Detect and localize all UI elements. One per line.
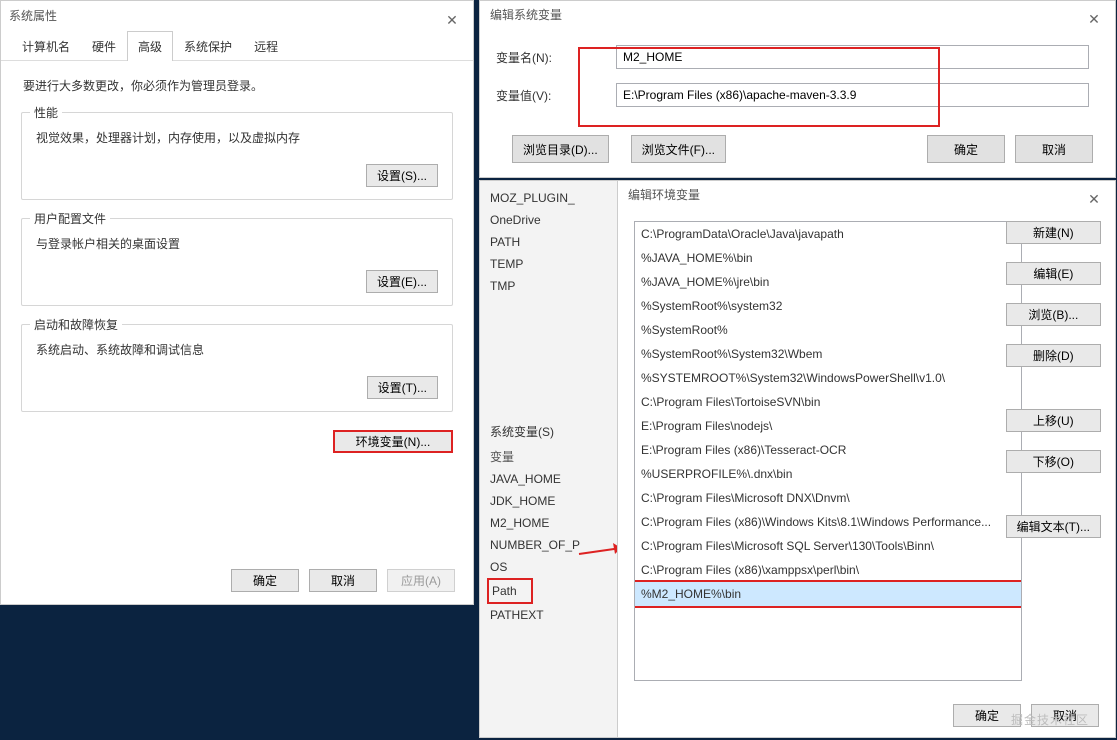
path-row[interactable]: %USERPROFILE%\.dnx\bin	[635, 462, 1021, 486]
sys-var-header: 变量	[490, 446, 613, 468]
group-performance-desc: 视觉效果，处理器计划，内存使用，以及虚拟内存	[36, 129, 438, 146]
edit-button[interactable]: 编辑(E)	[1006, 262, 1101, 285]
path-row[interactable]: C:\Program Files (x86)\xamppsx\perl\bin\	[635, 558, 1021, 582]
path-listbox[interactable]: C:\ProgramData\Oracle\Java\javapath%JAVA…	[634, 221, 1022, 681]
sys-var-item[interactable]: NUMBER_OF_P	[490, 534, 613, 556]
dlg3-titlebar[interactable]: 编辑环境变量 ✕	[618, 181, 1115, 209]
group-userprofile-desc: 与登录帐户相关的桌面设置	[36, 235, 438, 252]
edit-env-variable-dialog: 编辑环境变量 ✕ C:\ProgramData\Oracle\Java\java…	[617, 180, 1116, 738]
tab-3[interactable]: 系统保护	[173, 31, 243, 61]
dlg1-cancel-button[interactable]: 取消	[309, 569, 377, 592]
tab-0[interactable]: 计算机名	[11, 31, 81, 61]
path-row[interactable]: C:\Program Files\TortoiseSVN\bin	[635, 390, 1021, 414]
system-vars-label: 系统变量(S)	[490, 423, 613, 440]
sys-var-item[interactable]: JAVA_HOME	[490, 468, 613, 490]
system-properties-dialog: 系统属性 ✕ 计算机名硬件高级系统保护远程 要进行大多数更改，你必须作为管理员登…	[0, 0, 474, 605]
env-vars-button[interactable]: 环境变量(N)...	[333, 430, 453, 453]
delete-button[interactable]: 删除(D)	[1006, 344, 1101, 367]
group-userprofile-legend: 用户配置文件	[30, 210, 110, 227]
close-icon[interactable]: ✕	[1079, 185, 1109, 205]
move-up-button[interactable]: 上移(U)	[1006, 409, 1101, 432]
edit-text-button[interactable]: 编辑文本(T)...	[1006, 515, 1101, 538]
path-row[interactable]: C:\Program Files (x86)\Windows Kits\8.1\…	[635, 510, 1021, 534]
dlg2-title: 编辑系统变量	[490, 8, 562, 22]
sys-var-item[interactable]: JDK_HOME	[490, 490, 613, 512]
group-performance-legend: 性能	[30, 104, 62, 121]
move-down-button[interactable]: 下移(O)	[1006, 450, 1101, 473]
group-userprofile: 用户配置文件 与登录帐户相关的桌面设置 设置(E)...	[21, 218, 453, 306]
path-row[interactable]: %JAVA_HOME%\jre\bin	[635, 270, 1021, 294]
settings-s-button[interactable]: 设置(S)...	[366, 164, 438, 187]
dlg1-instruction: 要进行大多数更改，你必须作为管理员登录。	[23, 77, 453, 94]
close-icon[interactable]: ✕	[1079, 5, 1109, 25]
dlg1-tabs: 计算机名硬件高级系统保护远程	[1, 31, 473, 61]
browse-button[interactable]: 浏览(B)...	[1006, 303, 1101, 326]
settings-e-button[interactable]: 设置(E)...	[366, 270, 438, 293]
path-row[interactable]: %SystemRoot%\System32\Wbem	[635, 342, 1021, 366]
dlg1-apply-button: 应用(A)	[387, 569, 455, 592]
path-row[interactable]: C:\ProgramData\Oracle\Java\javapath	[635, 222, 1021, 246]
var-name-label: 变量名(N):	[496, 49, 616, 66]
path-row[interactable]: C:\Program Files\Microsoft DNX\Dnvm\	[635, 486, 1021, 510]
var-value-input[interactable]	[616, 83, 1089, 107]
dlg3-ok-button[interactable]: 确定	[953, 704, 1021, 727]
group-startup: 启动和故障恢复 系统启动、系统故障和调试信息 设置(T)...	[21, 324, 453, 412]
sys-var-item[interactable]: M2_HOME	[490, 512, 613, 534]
tab-1[interactable]: 硬件	[81, 31, 127, 61]
close-icon[interactable]: ✕	[437, 5, 467, 25]
edit-system-variable-dialog: 编辑系统变量 ✕ 变量名(N): 变量值(V): 浏览目录(D)... 浏览文件…	[479, 0, 1116, 178]
tab-2[interactable]: 高级	[127, 31, 173, 61]
dlg1-ok-button[interactable]: 确定	[231, 569, 299, 592]
dlg3-title: 编辑环境变量	[628, 188, 700, 202]
browse-file-button[interactable]: 浏览文件(F)...	[631, 135, 726, 163]
user-var-item[interactable]: TMP	[490, 275, 613, 297]
user-var-item[interactable]: TEMP	[490, 253, 613, 275]
path-row[interactable]: %SystemRoot%	[635, 318, 1021, 342]
path-row[interactable]: %SYSTEMROOT%\System32\WindowsPowerShell\…	[635, 366, 1021, 390]
settings-t-button[interactable]: 设置(T)...	[367, 376, 438, 399]
var-name-input[interactable]	[616, 45, 1089, 69]
dlg1-titlebar[interactable]: 系统属性 ✕	[1, 1, 473, 31]
sys-var-item[interactable]: OS	[490, 556, 613, 578]
path-row[interactable]: E:\Program Files (x86)\Tesseract-OCR	[635, 438, 1021, 462]
group-startup-desc: 系统启动、系统故障和调试信息	[36, 341, 438, 358]
path-row[interactable]: E:\Program Files\nodejs\	[635, 414, 1021, 438]
user-var-list[interactable]: MOZ_PLUGIN_OneDrivePATHTEMPTMP	[490, 187, 613, 297]
path-row[interactable]: %M2_HOME%\bin	[635, 582, 1021, 606]
path-row[interactable]: %JAVA_HOME%\bin	[635, 246, 1021, 270]
tab-4[interactable]: 远程	[243, 31, 289, 61]
sys-var-item[interactable]: PATHEXT	[490, 604, 613, 626]
user-var-item[interactable]: PATH	[490, 231, 613, 253]
user-var-item[interactable]: MOZ_PLUGIN_	[490, 187, 613, 209]
dlg3-cancel-button[interactable]: 取消	[1031, 704, 1099, 727]
path-row[interactable]: %SystemRoot%\system32	[635, 294, 1021, 318]
path-row[interactable]: C:\Program Files\Microsoft SQL Server\13…	[635, 534, 1021, 558]
user-var-item[interactable]: OneDrive	[490, 209, 613, 231]
sys-var-item[interactable]: Path	[490, 578, 613, 604]
env-vars-strip: MOZ_PLUGIN_OneDrivePATHTEMPTMP 系统变量(S) 变…	[479, 180, 624, 738]
dlg2-titlebar[interactable]: 编辑系统变量 ✕	[480, 1, 1115, 29]
group-performance: 性能 视觉效果，处理器计划，内存使用，以及虚拟内存 设置(S)...	[21, 112, 453, 200]
group-startup-legend: 启动和故障恢复	[30, 316, 122, 333]
dlg1-title: 系统属性	[9, 9, 57, 23]
var-value-label: 变量值(V):	[496, 87, 616, 104]
new-button[interactable]: 新建(N)	[1006, 221, 1101, 244]
dlg2-cancel-button[interactable]: 取消	[1015, 135, 1093, 163]
dlg2-ok-button[interactable]: 确定	[927, 135, 1005, 163]
system-var-list[interactable]: 变量JAVA_HOMEJDK_HOMEM2_HOMENUMBER_OF_POSP…	[490, 446, 613, 626]
browse-dir-button[interactable]: 浏览目录(D)...	[512, 135, 609, 163]
